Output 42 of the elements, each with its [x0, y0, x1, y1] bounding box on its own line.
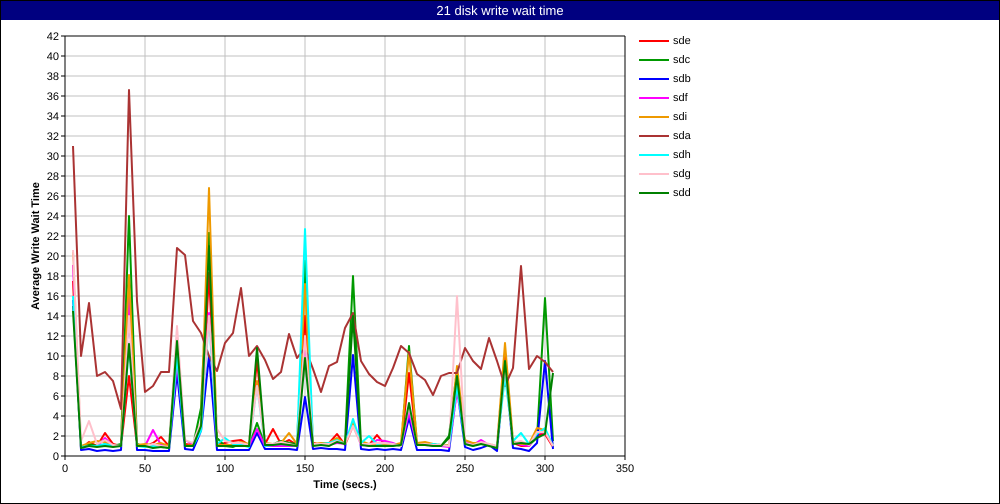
legend-label: sdg [673, 167, 691, 181]
axis-tick-label: 300 [536, 463, 554, 475]
axis-tick-label: 32 [46, 131, 59, 143]
legend-label: sdf [673, 91, 688, 105]
axis-tick-label: 24 [46, 211, 59, 223]
axis-tick-label: 26 [46, 191, 59, 203]
axis-tick-label: 22 [46, 231, 59, 243]
axis-tick-label: 4 [52, 411, 59, 423]
legend-label: sdc [673, 53, 690, 67]
axis-tick-label: 36 [46, 91, 59, 103]
axis-tick-label: 28 [46, 171, 59, 183]
y-axis-title: Average Write Wait Time [30, 182, 42, 310]
axis-tick-label: 20 [46, 251, 59, 263]
axis-tick-label: 250 [456, 463, 474, 475]
axis-tick-label: 42 [46, 31, 59, 43]
axis-tick-label: 8 [52, 371, 59, 383]
x-axis-title: Time (secs.) [313, 479, 377, 491]
axis-tick-label: 16 [46, 291, 59, 303]
axis-tick-label: 6 [52, 391, 59, 403]
legend-label: sdb [673, 72, 691, 86]
axis-tick-label: 10 [46, 351, 59, 363]
axis-tick-label: 2 [52, 431, 59, 443]
axis-tick-label: 38 [46, 71, 59, 83]
axis-tick-label: 14 [46, 311, 59, 323]
axis-tick-label: 30 [46, 151, 59, 163]
axis-tick-label: 100 [216, 463, 234, 475]
axis-tick-label: 150 [296, 463, 314, 475]
axis-tick-label: 50 [138, 463, 152, 475]
axis-tick-label: 0 [52, 451, 59, 463]
axis-tick-label: 18 [46, 271, 59, 283]
axis-tick-label: 0 [62, 463, 68, 475]
axis-tick-label: 12 [46, 331, 59, 343]
window-title: 21 disk write wait time [1, 1, 999, 20]
legend-label: sdd [673, 186, 691, 200]
axis-tick-label: 200 [376, 463, 394, 475]
axis-tick-label: 350 [616, 463, 634, 475]
legend-label: sde [673, 34, 691, 48]
legend-label: sda [673, 129, 691, 143]
legend-label: sdh [673, 148, 691, 162]
legend-label: sdi [673, 110, 688, 124]
axis-tick-label: 40 [46, 51, 59, 63]
axis-tick-label: 34 [46, 111, 59, 123]
